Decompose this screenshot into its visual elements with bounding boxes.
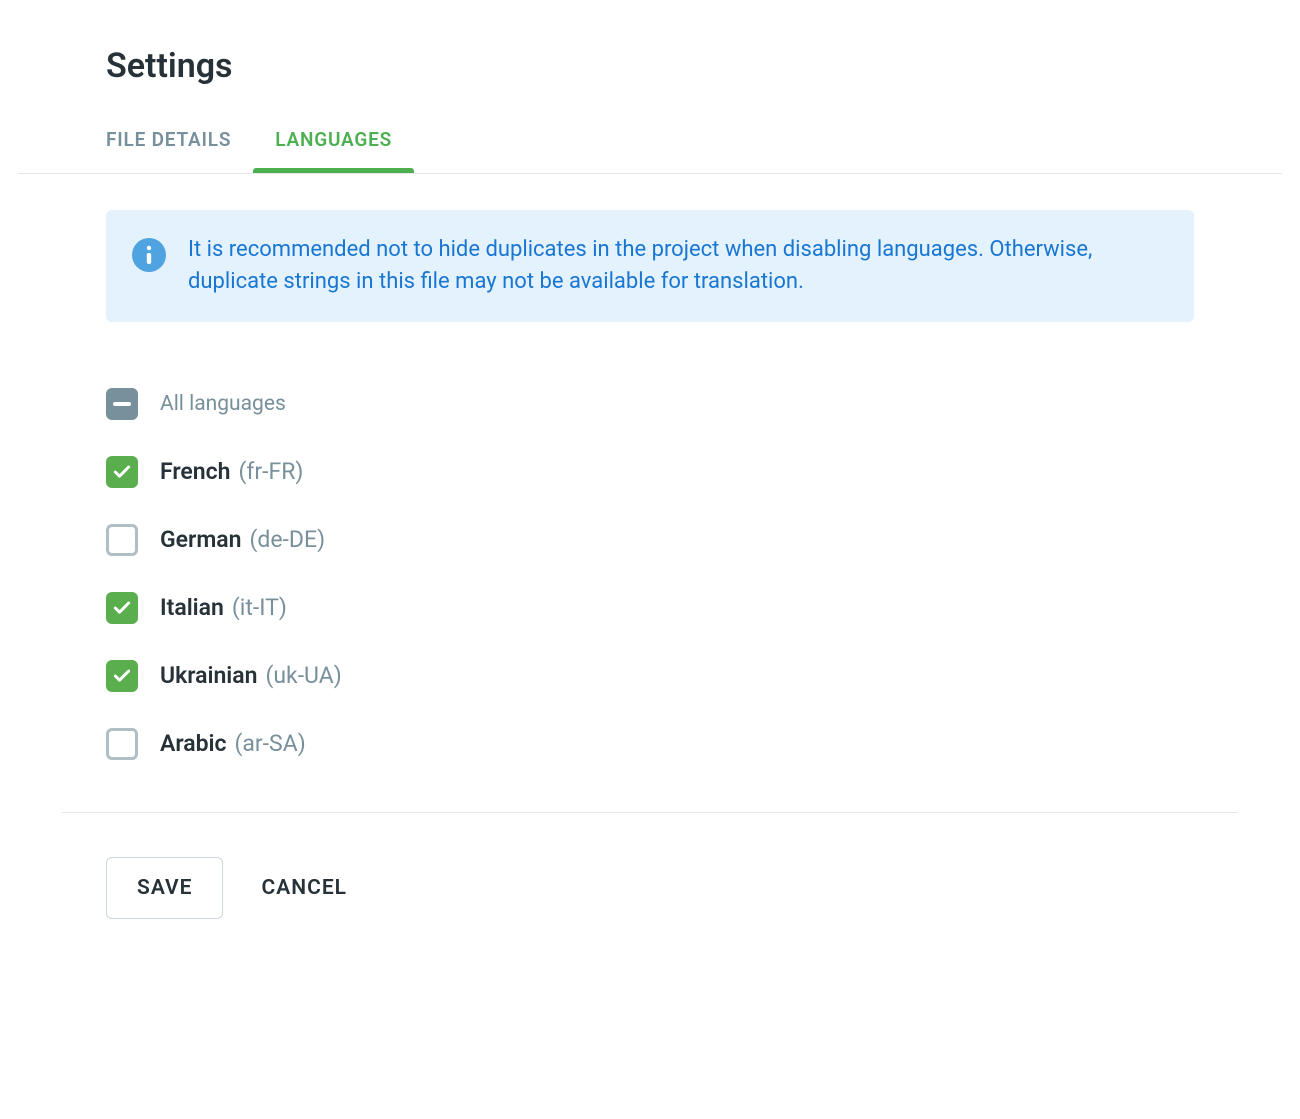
checkbox-french[interactable] bbox=[106, 456, 138, 488]
tab-languages[interactable]: LANGUAGES bbox=[275, 128, 392, 173]
tab-bar: FILE DETAILS LANGUAGES bbox=[18, 86, 1282, 174]
cancel-button[interactable]: CANCEL bbox=[253, 858, 355, 918]
all-languages-row[interactable]: All languages bbox=[106, 370, 1194, 438]
info-banner: It is recommended not to hide duplicates… bbox=[106, 210, 1194, 322]
language-code: (uk-UA) bbox=[265, 662, 341, 689]
all-languages-label: All languages bbox=[160, 392, 286, 416]
checkbox-all-languages[interactable] bbox=[106, 388, 138, 420]
page-title: Settings bbox=[62, 0, 1238, 86]
language-code: (fr-FR) bbox=[238, 458, 303, 485]
language-row-italian[interactable]: Italian (it-IT) bbox=[106, 574, 1194, 642]
language-name: German bbox=[160, 526, 242, 553]
language-name: Arabic bbox=[160, 730, 227, 757]
language-name: Ukrainian bbox=[160, 662, 257, 689]
language-code: (de-DE) bbox=[250, 526, 326, 553]
tab-file-details[interactable]: FILE DETAILS bbox=[106, 128, 231, 173]
language-name: Italian bbox=[160, 594, 224, 621]
checkbox-ukrainian[interactable] bbox=[106, 660, 138, 692]
language-name: French bbox=[160, 458, 230, 485]
checkbox-italian[interactable] bbox=[106, 592, 138, 624]
checkbox-german[interactable] bbox=[106, 524, 138, 556]
checkbox-arabic[interactable] bbox=[106, 728, 138, 760]
language-list: All languages French (fr-FR) German (de-… bbox=[106, 322, 1194, 778]
language-code: (ar-SA) bbox=[235, 730, 306, 757]
save-button[interactable]: SAVE bbox=[106, 857, 223, 919]
info-icon bbox=[132, 238, 166, 272]
language-row-ukrainian[interactable]: Ukrainian (uk-UA) bbox=[106, 642, 1194, 710]
language-code: (it-IT) bbox=[232, 594, 287, 621]
language-row-arabic[interactable]: Arabic (ar-SA) bbox=[106, 710, 1194, 778]
info-banner-text: It is recommended not to hide duplicates… bbox=[188, 234, 1164, 298]
language-row-german[interactable]: German (de-DE) bbox=[106, 506, 1194, 574]
language-row-french[interactable]: French (fr-FR) bbox=[106, 438, 1194, 506]
footer-actions: SAVE CANCEL bbox=[62, 812, 1238, 963]
